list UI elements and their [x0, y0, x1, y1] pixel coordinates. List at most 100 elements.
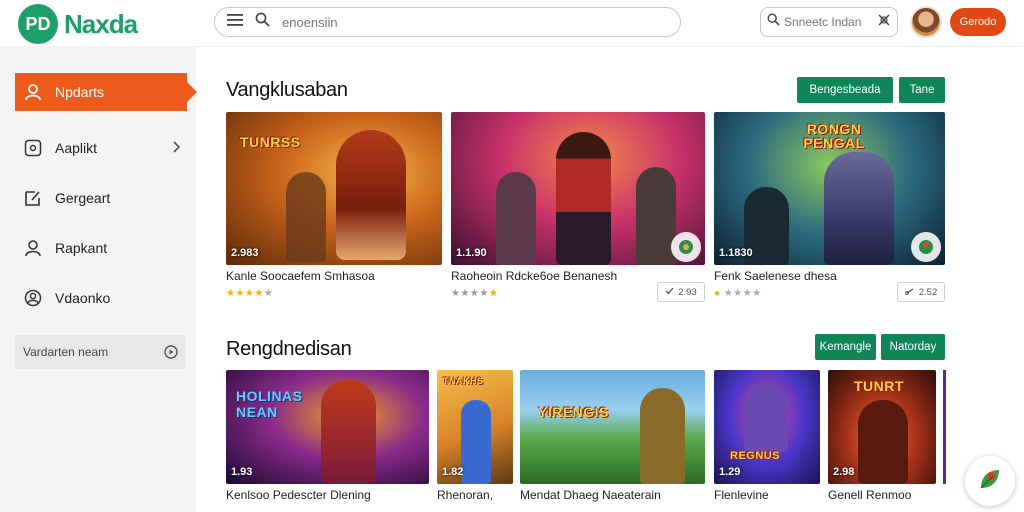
logo-mark: PD: [18, 4, 58, 44]
price-label: 2.983: [231, 247, 259, 259]
game-thumbnail[interactable]: RONGN PENGAL 1.1830: [714, 112, 945, 265]
character-illustration: [496, 172, 536, 265]
card-title: Genell Renmoo: [828, 488, 912, 502]
filter-icon[interactable]: [876, 12, 892, 33]
sidebar-box-label: Vardarten neam: [23, 345, 109, 359]
rating-box[interactable]: 2.52: [897, 282, 945, 302]
header-divider: [196, 46, 1024, 47]
search-icon: [255, 12, 270, 32]
avatar[interactable]: [910, 6, 942, 38]
price-label: 2.98: [833, 466, 855, 478]
user-circle-icon: [23, 288, 43, 308]
section-title: Vangklusaban: [226, 79, 348, 101]
star-rating: ● ★★★★: [714, 288, 762, 299]
game-logo-text: TNAKHS: [443, 376, 484, 386]
game-card[interactable]: TUNRT 2.98 Genell Renmoo: [828, 370, 936, 512]
rating-box[interactable]: 2.93: [657, 282, 705, 302]
logo-text: Naxda: [64, 8, 138, 39]
game-card[interactable]: HOLINAS NEAN 1.93 Kenlsoo Pedescter Dlen…: [226, 370, 429, 512]
card-title: Kenlsoo Pedescter Dlening: [226, 488, 371, 502]
search-input[interactable]: [282, 14, 642, 30]
sidebar-item-vdaonko[interactable]: Vdaonko: [15, 279, 187, 317]
price-label: 1.93: [231, 466, 253, 478]
link-icon: [904, 287, 915, 298]
character-illustration: [321, 380, 376, 484]
leaf-icon: [975, 464, 1005, 499]
check-icon: [665, 287, 674, 298]
section-chip-button[interactable]: Tane: [899, 77, 945, 103]
character-illustration: [824, 152, 894, 265]
sidebar-item-label: Rapkant: [55, 240, 108, 256]
game-thumbnail[interactable]: REGNUS 1.29: [714, 370, 820, 484]
app-badge-icon: [671, 232, 701, 262]
app-badge-icon: [911, 232, 941, 262]
rating-value: 2.52: [918, 286, 938, 298]
signin-button[interactable]: Gerodo: [950, 8, 1006, 36]
price-label: 1.1.90: [456, 247, 487, 259]
character-illustration: [461, 400, 491, 484]
game-thumbnail[interactable]: TUNRT 2.98: [828, 370, 936, 484]
sidebar-item-rapkant[interactable]: Rapkant: [15, 229, 187, 267]
card-title: Raoheoin Rdcke6oe Benanesh: [451, 269, 618, 283]
sidebar-item-label: Npdarts: [55, 84, 105, 100]
card-title: Kanle Soocaefem Smhasoa: [226, 269, 375, 283]
menu-icon[interactable]: [227, 13, 243, 32]
sidebar-item-label: Gergeart: [55, 190, 111, 206]
game-logo-text: RONGN PENGAL: [803, 121, 865, 151]
game-card[interactable]: REGNUS 1.29 Flenlevine: [714, 370, 820, 512]
game-card[interactable]: RONGN PENGAL 1.1830 Fenk Saelenese dhesa…: [714, 112, 945, 302]
character-illustration: [556, 132, 611, 265]
card-title: Rhenoran,: [437, 488, 494, 502]
card-title: Flenlevine: [714, 488, 769, 502]
character-illustration: [640, 388, 685, 484]
game-card[interactable]: YIRENGIS Mendat Dhaeg Naeaterain: [520, 370, 705, 512]
sidebar-item-label: Aaplikt: [55, 140, 98, 156]
search-bar[interactable]: [214, 7, 681, 37]
section-chip-button[interactable]: Natorday: [881, 334, 945, 360]
star-rating: ★★★★★: [451, 288, 499, 299]
game-thumbnail[interactable]: TNAKHS 1.82: [437, 370, 513, 484]
sidebar-item-gergeart[interactable]: Gergeart: [15, 179, 187, 217]
edit-icon: [23, 188, 43, 208]
price-label: 1.1830: [719, 247, 753, 259]
chevron-right-icon: [173, 140, 181, 156]
star-rating: ★★★★★: [226, 288, 274, 299]
game-logo-text: TUNRT: [854, 378, 904, 394]
sidebar-promo-box[interactable]: Vardarten neam: [15, 335, 186, 369]
game-logo-text: YIRENGIS: [538, 404, 609, 420]
rating-value: 2.93: [678, 286, 697, 298]
secondary-search-input[interactable]: [784, 15, 872, 29]
game-thumbnail[interactable]: TUNRSS 2.983: [226, 112, 442, 265]
sidebar-item-aaplikt[interactable]: Aaplikt: [15, 129, 187, 167]
top-bar: PD Naxda Gerodo: [0, 0, 1024, 46]
section-chip-button[interactable]: Bengesbeada: [797, 77, 893, 103]
logo[interactable]: PD Naxda: [18, 4, 138, 44]
game-logo-text: TUNRSS: [240, 134, 301, 150]
app-icon: [23, 138, 43, 158]
character-illustration: [744, 382, 788, 452]
character-illustration: [336, 130, 406, 260]
price-label: 1.82: [442, 466, 464, 478]
price-label: 1.29: [719, 466, 741, 478]
section-chip-button[interactable]: Kemangle: [815, 334, 876, 360]
app-window: PD Naxda Gerodo: [0, 0, 1024, 512]
sidebar-item-npdarts[interactable]: Npdarts: [15, 73, 197, 111]
sidebar: Npdarts Aaplikt Gergeart Rapkant Vdaonko…: [0, 46, 197, 512]
game-card[interactable]: TNAKHS 1.82 Rhenoran,: [437, 370, 513, 512]
game-card[interactable]: TUNRSS 2.983 Kanle Soocaefem Smhasoa ★★★…: [226, 112, 442, 302]
game-logo-text: HOLINAS NEAN: [236, 388, 303, 420]
floating-action-button[interactable]: [965, 456, 1015, 506]
card-title: Mendat Dhaeg Naeaterain: [520, 488, 661, 502]
carousel-overflow-edge: [943, 370, 946, 484]
game-thumbnail[interactable]: 1.1.90: [451, 112, 705, 265]
character-illustration: [636, 167, 676, 265]
user-outline-icon: [23, 82, 43, 102]
character-illustration: [286, 172, 326, 262]
secondary-search[interactable]: [760, 7, 898, 37]
game-thumbnail[interactable]: HOLINAS NEAN 1.93: [226, 370, 429, 484]
section-title: Rengdnedisan: [226, 338, 352, 360]
sidebar-item-label: Vdaonko: [55, 290, 111, 306]
card-title: Fenk Saelenese dhesa: [714, 269, 837, 283]
game-thumbnail[interactable]: YIRENGIS: [520, 370, 705, 484]
game-card[interactable]: 1.1.90 Raoheoin Rdcke6oe Benanesh ★★★★★ …: [451, 112, 705, 302]
